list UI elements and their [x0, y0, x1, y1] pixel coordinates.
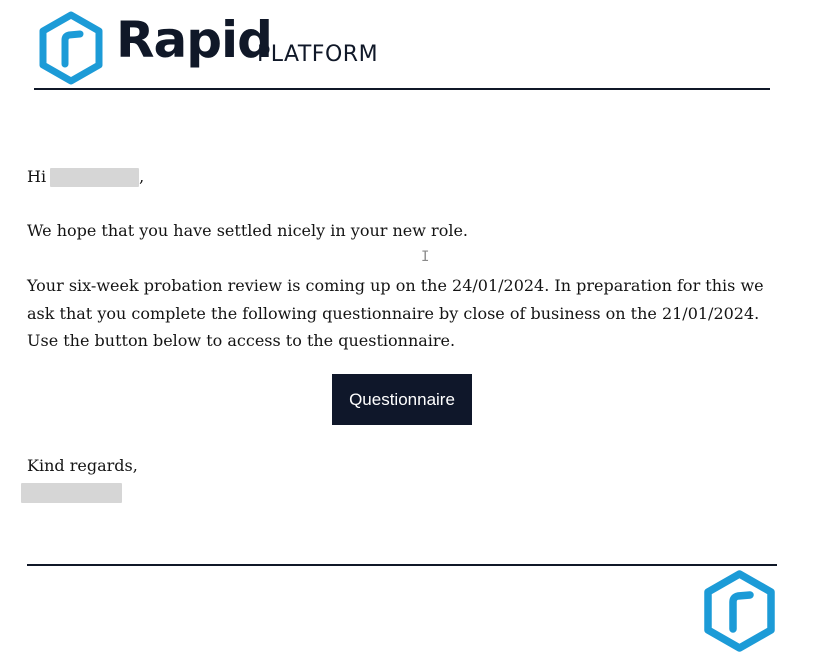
brand-name: Rapid — [116, 11, 273, 69]
rapid-logo-icon — [39, 11, 103, 85]
greeting-prefix: Hi — [27, 167, 47, 186]
footer-divider — [27, 564, 777, 566]
text-cursor-icon: I — [421, 249, 430, 265]
redacted-sender-signature — [21, 483, 122, 503]
greeting: Hi, — [27, 163, 144, 191]
questionnaire-button[interactable]: Questionnaire — [332, 374, 472, 425]
closing-text: Kind regards, — [27, 456, 138, 475]
header-divider — [34, 88, 770, 90]
greeting-suffix: , — [139, 167, 145, 186]
body-paragraph: Your six-week probation review is coming… — [27, 276, 764, 350]
redacted-recipient-name — [50, 168, 140, 187]
brand-suffix: PLATFORM — [257, 42, 379, 67]
rapid-footer-logo-icon — [704, 570, 775, 652]
intro-text: We hope that you have settled nicely in … — [27, 221, 468, 240]
